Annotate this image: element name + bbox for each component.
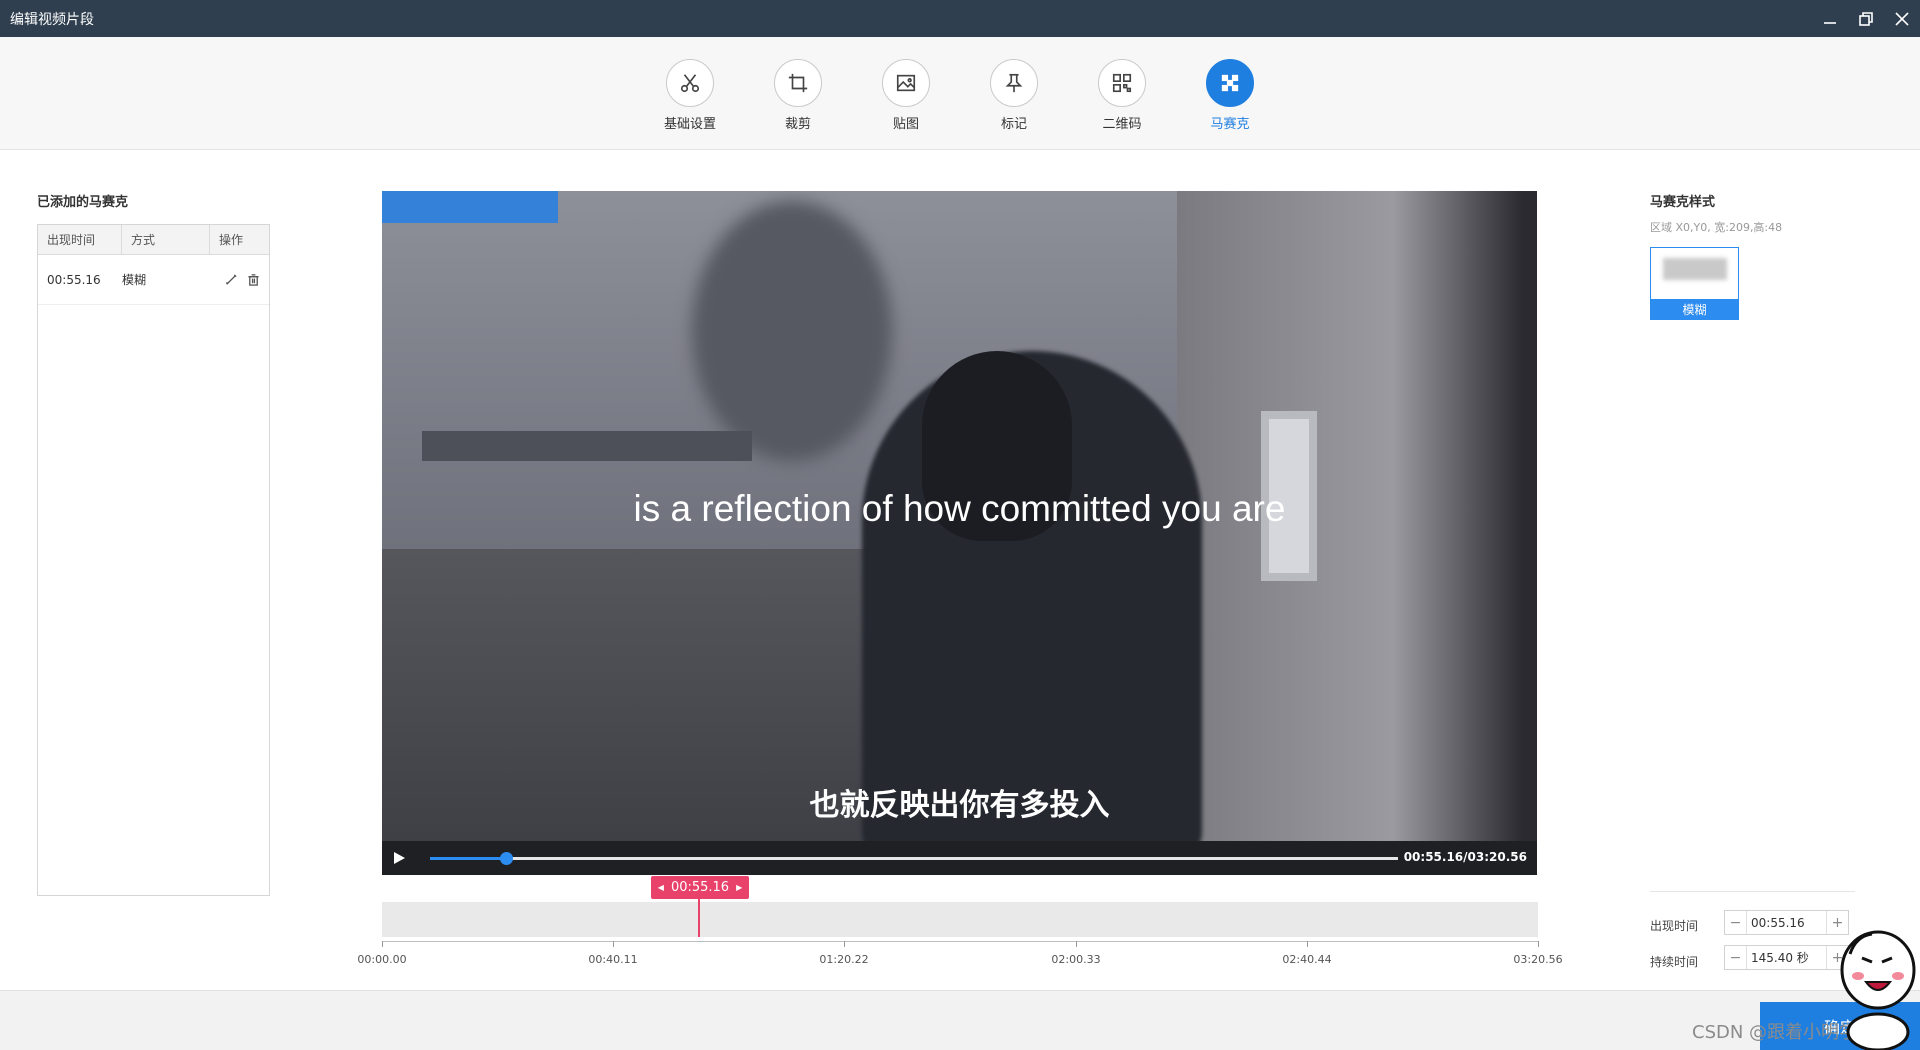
duration-value[interactable]: 145.40 秒 (1746, 946, 1827, 969)
close-icon (1895, 11, 1909, 26)
tool-label: 基础设置 (663, 117, 716, 132)
seek-progress (430, 857, 506, 860)
tool-mark[interactable]: 标记 (974, 59, 1054, 132)
minimize-button[interactable] (1812, 0, 1848, 37)
list-header: 出现时间 方式 操作 (38, 225, 269, 255)
time-display: 00:55.16/03:20.56 (1403, 850, 1527, 864)
video-preview[interactable]: is a reflection of how committed you are… (382, 191, 1537, 841)
qrcode-icon (1112, 73, 1132, 93)
seek-handle[interactable] (499, 852, 513, 865)
tool-label: 马赛克 (1210, 117, 1250, 132)
timeline-tick-label: 00:00.00 (357, 953, 407, 966)
edit-icon[interactable] (225, 273, 238, 286)
timeline-ruler (382, 941, 1538, 942)
timeline-tick-label: 00:40.11 (588, 953, 638, 966)
minimize-icon (1824, 21, 1836, 24)
appear-time-label: 出现时间 (1650, 919, 1699, 933)
tool-label: 标记 (1000, 117, 1027, 132)
duration-stepper[interactable]: − 145.40 秒 + (1724, 945, 1849, 970)
image-icon (896, 74, 916, 92)
cartoon-sticker-icon (1840, 930, 1916, 1050)
seek-bar[interactable] (430, 852, 1398, 865)
tool-circle (882, 59, 930, 107)
appear-time-stepper[interactable]: − 00:55.16 + (1724, 910, 1849, 935)
tool-sticker[interactable]: 贴图 (866, 59, 946, 132)
video-frame-carport (422, 431, 752, 461)
tool-circle (990, 59, 1038, 107)
mosaic-region[interactable] (382, 191, 558, 223)
mosaic-icon (1221, 74, 1239, 92)
appear-time-value[interactable]: 00:55.16 (1746, 911, 1827, 934)
item-method: 模糊 (122, 273, 147, 287)
divider (1650, 891, 1855, 892)
tool-circle (1098, 59, 1146, 107)
tool-basic-settings[interactable]: 基础设置 (650, 59, 730, 132)
list-item[interactable]: 00:55.16 模糊 (38, 255, 269, 305)
timeline-tick-label: 02:00.33 (1051, 953, 1101, 966)
duration-label: 持续时间 (1650, 955, 1699, 969)
item-actions (225, 273, 260, 286)
pin-icon (1005, 73, 1023, 93)
mosaic-region-info: 区域 X0,Y0, 宽:209,高:48 (1650, 221, 1783, 234)
marker-time: 00:55.16 (670, 880, 730, 895)
subtitle-chinese: 也就反映出你有多投入 (809, 788, 1110, 823)
crop-icon (788, 73, 808, 93)
footer-bar (0, 990, 1920, 1050)
maximize-button[interactable] (1848, 0, 1884, 37)
subtitle-english: is a reflection of how committed you are (633, 488, 1286, 529)
timeline-tick (1076, 941, 1077, 947)
decrement-button[interactable]: − (1725, 911, 1746, 934)
timeline-tick (382, 941, 383, 947)
player-controls: 00:55.16/03:20.56 (382, 841, 1537, 875)
tool-circle (1206, 59, 1254, 107)
video-frame-tree (692, 201, 892, 461)
timeline-tick-label: 02:40.44 (1282, 953, 1332, 966)
tool-label: 裁剪 (784, 117, 811, 132)
style-option-label: 模糊 (1651, 299, 1738, 319)
timeline-playhead[interactable] (698, 899, 700, 937)
timeline-tick (1538, 941, 1539, 947)
decrement-button[interactable]: − (1725, 946, 1746, 969)
added-mosaic-title: 已添加的马赛克 (37, 195, 129, 210)
tool-circle (774, 59, 822, 107)
style-option-blur[interactable]: 模糊 (1650, 247, 1739, 320)
timeline-tick-label: 01:20.22 (819, 953, 869, 966)
tool-circle (666, 59, 714, 107)
timeline-tick-label: 03:20.56 (1513, 953, 1563, 966)
tool-qrcode[interactable]: 二维码 (1082, 59, 1162, 132)
timeline-track[interactable] (382, 902, 1538, 937)
timeline-tick (1307, 941, 1308, 947)
play-button[interactable] (388, 848, 410, 868)
blur-thumbnail (1663, 258, 1727, 280)
mosaic-list: 出现时间 方式 操作 00:55.16 模糊 (37, 224, 270, 896)
timeline-tick (613, 941, 614, 947)
mosaic-style-title: 马赛克样式 (1650, 195, 1716, 210)
delete-icon[interactable] (247, 273, 260, 286)
editor-toolbar: 基础设置 裁剪 贴图 标记 二维码 马赛克 (0, 37, 1920, 150)
tool-mosaic[interactable]: 马赛克 (1190, 59, 1270, 132)
restore-icon (1859, 11, 1873, 26)
tool-label: 贴图 (892, 117, 919, 132)
tool-crop[interactable]: 裁剪 (758, 59, 838, 132)
column-header: 操作 (219, 233, 244, 247)
marker-left-arrow-icon[interactable]: ◀ (658, 883, 664, 892)
timeline-tick (844, 941, 845, 947)
close-button[interactable] (1884, 0, 1920, 37)
item-time: 00:55.16 (47, 272, 101, 287)
tool-label: 二维码 (1102, 117, 1142, 132)
window-title: 编辑视频片段 (10, 11, 94, 28)
timeline-marker[interactable]: ◀ 00:55.16 ▶ (651, 876, 749, 899)
scissors-icon (680, 74, 700, 93)
title-bar: 编辑视频片段 (0, 0, 1920, 37)
column-header: 出现时间 (38, 225, 122, 254)
play-icon (394, 852, 405, 864)
column-header: 方式 (122, 225, 210, 254)
marker-right-arrow-icon[interactable]: ▶ (736, 883, 742, 892)
